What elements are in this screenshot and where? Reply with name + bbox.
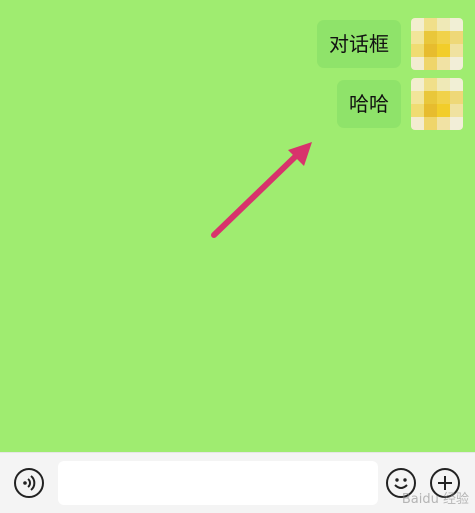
input-bar: Baidu 经验	[0, 452, 475, 513]
message-bubble[interactable]: 哈哈	[337, 80, 401, 128]
voice-icon	[23, 475, 36, 491]
avatar[interactable]	[411, 78, 463, 130]
message-bubble[interactable]: 对话框	[317, 20, 401, 68]
message-row: 哈哈	[337, 78, 463, 130]
voice-button[interactable]	[14, 468, 44, 498]
chat-area: 对话框 哈哈	[0, 0, 475, 452]
pointer-arrow-icon	[211, 142, 312, 238]
watermark: Baidu 经验	[401, 492, 469, 507]
avatar[interactable]	[411, 18, 463, 70]
message-row: 对话框	[317, 18, 463, 70]
message-input[interactable]	[58, 461, 378, 505]
